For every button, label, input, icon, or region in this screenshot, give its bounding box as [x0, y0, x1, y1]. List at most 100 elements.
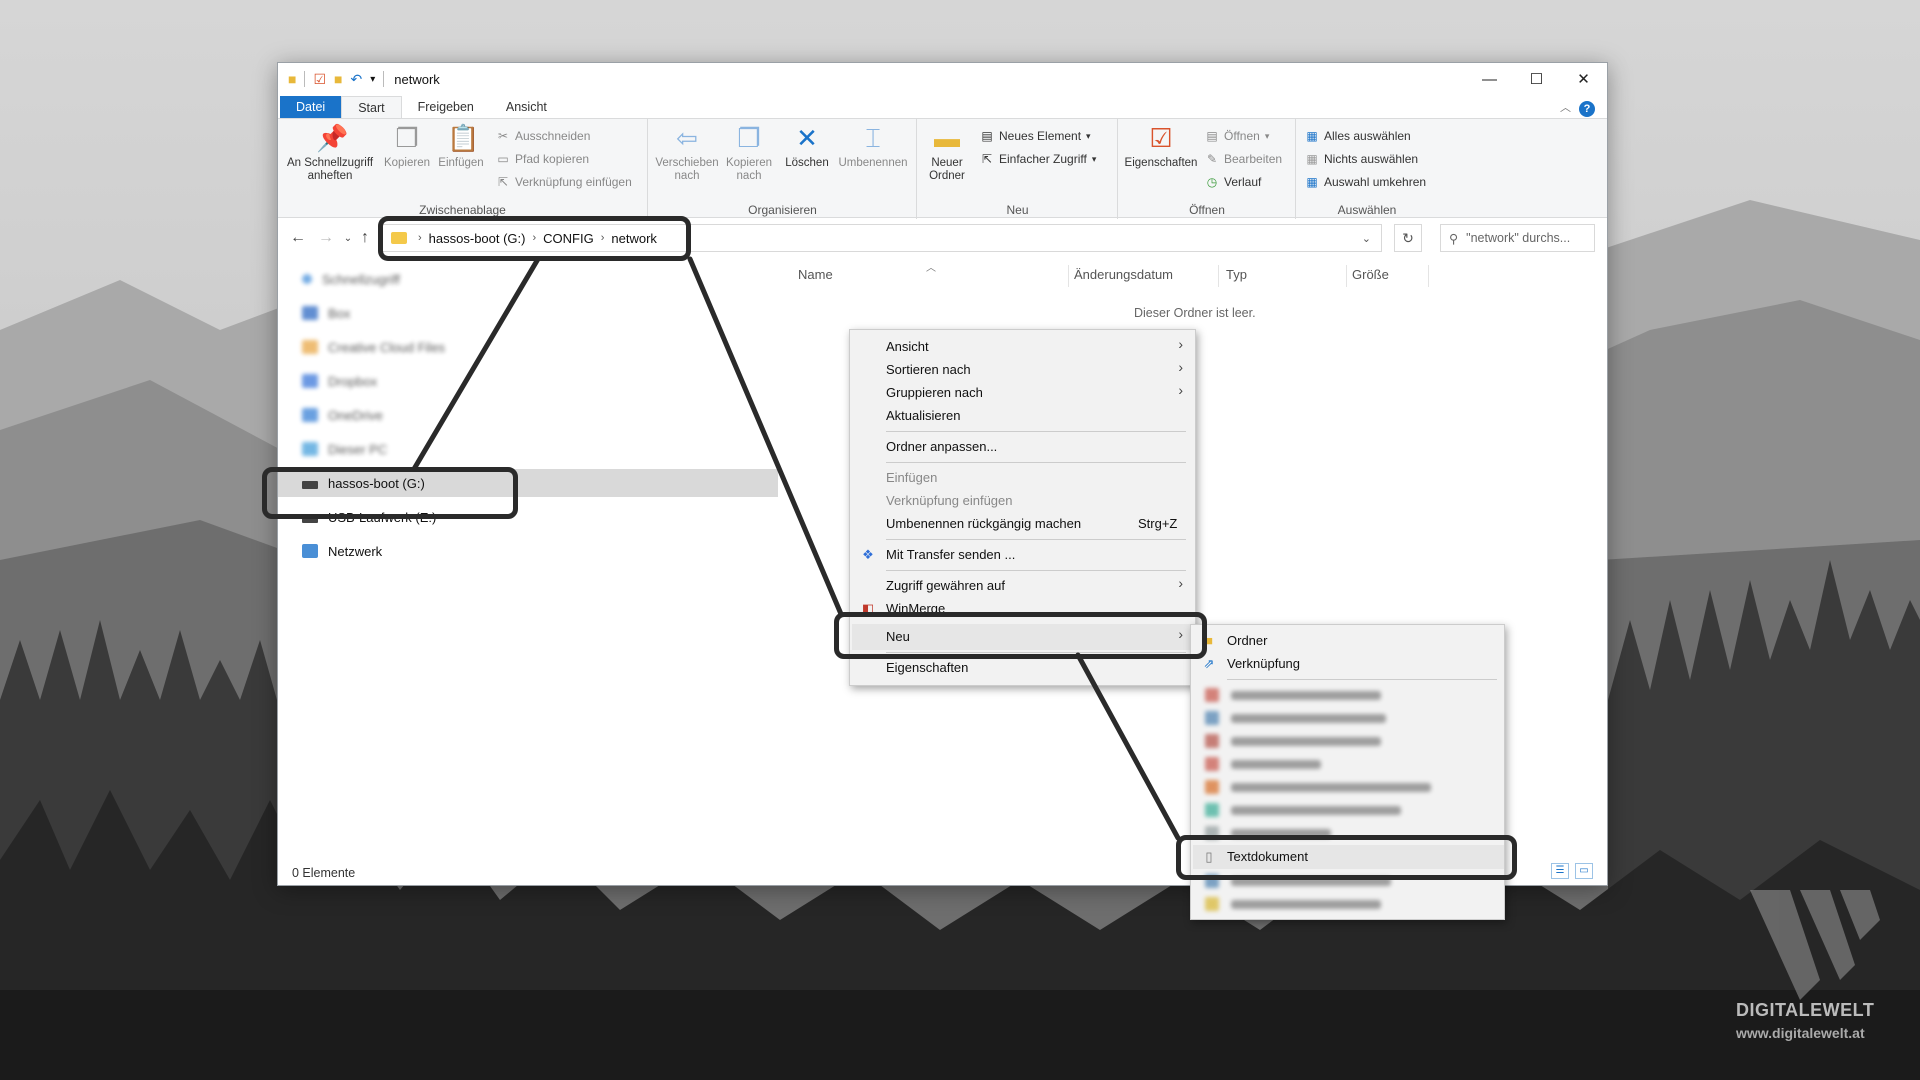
- tab-datei[interactable]: Datei: [280, 96, 342, 118]
- easy-access-icon: ⇱: [981, 152, 993, 166]
- menu-item-undo-rename[interactable]: Umbenennen rückgängig machen Strg+Z: [886, 513, 1186, 535]
- easy-access-button[interactable]: ⇱ Einfacher Zugriff ▾: [980, 152, 1096, 166]
- history-button[interactable]: ◷ Verlauf: [1205, 175, 1262, 189]
- undo-icon[interactable]: ↶: [351, 71, 363, 88]
- tab-freigeben[interactable]: Freigeben: [402, 96, 490, 118]
- sidebar-item-onedrive[interactable]: OneDrive: [302, 401, 383, 429]
- menu-item-group-by[interactable]: Gruppieren nach: [886, 382, 983, 404]
- menu-separator: [886, 539, 1186, 540]
- dropdown-arrow-icon: ▾: [1086, 130, 1091, 141]
- menu-item-view[interactable]: Ansicht: [886, 336, 929, 358]
- copy-path-button[interactable]: ▭ Pfad kopieren: [496, 152, 589, 166]
- file-type-icon: [1205, 757, 1219, 771]
- column-header-name[interactable]: Name: [798, 267, 833, 282]
- column-divider[interactable]: [1346, 265, 1347, 287]
- copy-to-label: Kopieren nach: [725, 157, 773, 182]
- close-button[interactable]: ✕: [1560, 63, 1607, 95]
- large-icons-view-icon[interactable]: ▭: [1575, 863, 1593, 879]
- copy-label: Kopieren: [383, 157, 431, 169]
- cloud-icon: [302, 408, 318, 422]
- column-header-date[interactable]: Änderungsdatum: [1074, 267, 1173, 282]
- menu-item-refresh[interactable]: Aktualisieren: [886, 405, 960, 427]
- customize-toolbar-chevron-icon[interactable]: ▾: [370, 74, 375, 85]
- sidebar-item-dropbox[interactable]: Dropbox: [302, 367, 377, 395]
- blurred-submenu-item[interactable]: [1205, 893, 1381, 915]
- tab-start[interactable]: Start: [341, 96, 402, 118]
- copy-button[interactable]: ❐ Kopieren: [382, 123, 432, 170]
- menu-item-paste-shortcut[interactable]: Verknüpfung einfügen: [886, 490, 1013, 512]
- sidebar-item-label: Dieser PC: [328, 441, 388, 457]
- pin-quick-access-button[interactable]: 📌 An Schnellzugriff anheften: [284, 123, 376, 183]
- blurred-submenu-item[interactable]: [1205, 730, 1381, 752]
- move-to-button[interactable]: ⇦ Verschieben nach: [655, 123, 719, 183]
- paste-button[interactable]: 📋 Einfügen: [436, 123, 486, 170]
- open-icon: ▤: [1206, 129, 1218, 143]
- highlight-text-document: [1176, 835, 1517, 880]
- refresh-button[interactable]: ↻: [1394, 224, 1422, 252]
- up-arrow-icon[interactable]: ↑: [356, 229, 374, 247]
- organize-group: ⇦ Verschieben nach ❐ Kopieren nach ✕ Lös…: [649, 119, 917, 219]
- sidebar-item-quick-access[interactable]: Schnellzugriff: [302, 265, 400, 293]
- search-icon: ⚲: [1449, 231, 1459, 246]
- blurred-submenu-item[interactable]: [1205, 776, 1431, 798]
- select-group: ▦ Alles auswählen ▦ Nichts auswählen ▦ Ausw…: [1297, 119, 1437, 219]
- invert-selection-button[interactable]: ▦ Auswahl umkehren: [1305, 175, 1426, 189]
- address-dropdown-icon[interactable]: ⌄: [1362, 232, 1371, 245]
- collapse-ribbon-icon[interactable]: ︿: [1560, 99, 1571, 115]
- menu-item-transfer[interactable]: Mit Transfer senden ...: [886, 544, 1015, 566]
- new-item-button[interactable]: ▤ Neues Element ▾: [980, 129, 1091, 143]
- column-header-type[interactable]: Typ: [1226, 267, 1247, 282]
- properties-button[interactable]: ☑ Eigenschaften: [1123, 123, 1199, 170]
- new-group: ▬ Neuer Ordner ▤ Neues Element ▾ ⇱ Einfache…: [918, 119, 1118, 219]
- select-none-button[interactable]: ▦ Nichts auswählen: [1305, 152, 1418, 166]
- menu-item-sort-by[interactable]: Sortieren nach: [886, 359, 971, 381]
- sidebar-item-box[interactable]: Box: [302, 299, 350, 327]
- new-folder-button[interactable]: ▬ Neuer Ordner: [922, 123, 972, 183]
- sidebar-item-network[interactable]: Netzwerk: [302, 537, 382, 565]
- pin-label: An Schnellzugriff anheften: [286, 157, 374, 182]
- blurred-submenu-item[interactable]: [1205, 707, 1386, 729]
- column-divider[interactable]: [1218, 265, 1219, 287]
- menu-item-label: Umbenennen rückgängig machen: [886, 516, 1082, 531]
- submenu-chevron-icon: ›: [1178, 336, 1183, 352]
- tab-ansicht[interactable]: Ansicht: [490, 96, 563, 118]
- column-divider[interactable]: [1428, 265, 1429, 287]
- copy-to-button[interactable]: ❐ Kopieren nach: [721, 123, 777, 183]
- menu-item-give-access[interactable]: Zugriff gewähren auf: [886, 575, 1005, 597]
- column-divider[interactable]: [1068, 265, 1069, 287]
- open-button[interactable]: ▤ Öffnen ▾: [1205, 129, 1269, 143]
- copy-to-icon: ❐: [737, 123, 761, 153]
- details-view-icon[interactable]: ☰: [1551, 863, 1569, 879]
- blurred-submenu-item[interactable]: [1205, 799, 1401, 821]
- forward-arrow-icon[interactable]: →: [312, 229, 340, 247]
- blurred-submenu-item[interactable]: [1205, 684, 1381, 706]
- menu-item-paste[interactable]: Einfügen: [886, 467, 937, 489]
- menu-item-properties[interactable]: Eigenschaften: [886, 657, 968, 679]
- new-folder-quick-icon[interactable]: ■: [334, 71, 342, 87]
- select-all-icon: ▦: [1306, 129, 1318, 143]
- menu-item-customize-folder[interactable]: Ordner anpassen...: [886, 436, 997, 458]
- paste-shortcut-button[interactable]: ⇱ Verknüpfung einfügen: [496, 175, 632, 189]
- search-input[interactable]: ⚲ "network" durchs...: [1440, 224, 1595, 252]
- menu-separator: [1227, 679, 1497, 680]
- cut-button[interactable]: ✂ Ausschneiden: [496, 129, 590, 143]
- back-arrow-icon[interactable]: ←: [284, 229, 312, 247]
- select-all-label: Alles auswählen: [1324, 129, 1411, 143]
- rename-button[interactable]: ⌶ Umbenennen: [835, 123, 911, 170]
- clipboard-group-label: Zwischenablage: [419, 203, 506, 217]
- properties-check-icon[interactable]: ☑: [313, 71, 326, 88]
- help-icon[interactable]: ?: [1579, 101, 1595, 117]
- sidebar-item-creative-cloud[interactable]: Creative Cloud Files: [302, 333, 445, 361]
- recent-locations-chevron-icon[interactable]: ⌄: [340, 233, 356, 244]
- select-all-button[interactable]: ▦ Alles auswählen: [1305, 129, 1411, 143]
- edit-button[interactable]: ✎ Bearbeiten: [1205, 152, 1282, 166]
- submenu-item-shortcut[interactable]: Verknüpfung: [1227, 653, 1300, 675]
- submenu-item-folder[interactable]: Ordner: [1227, 630, 1267, 652]
- minimize-button[interactable]: —: [1466, 63, 1513, 95]
- column-header-size[interactable]: Größe: [1352, 267, 1389, 282]
- delete-button[interactable]: ✕ Löschen: [781, 123, 833, 170]
- maximize-button[interactable]: ☐: [1513, 63, 1560, 95]
- blurred-submenu-item[interactable]: [1205, 753, 1321, 775]
- file-type-icon: [1205, 734, 1219, 748]
- sidebar-item-this-pc[interactable]: Dieser PC: [302, 435, 387, 463]
